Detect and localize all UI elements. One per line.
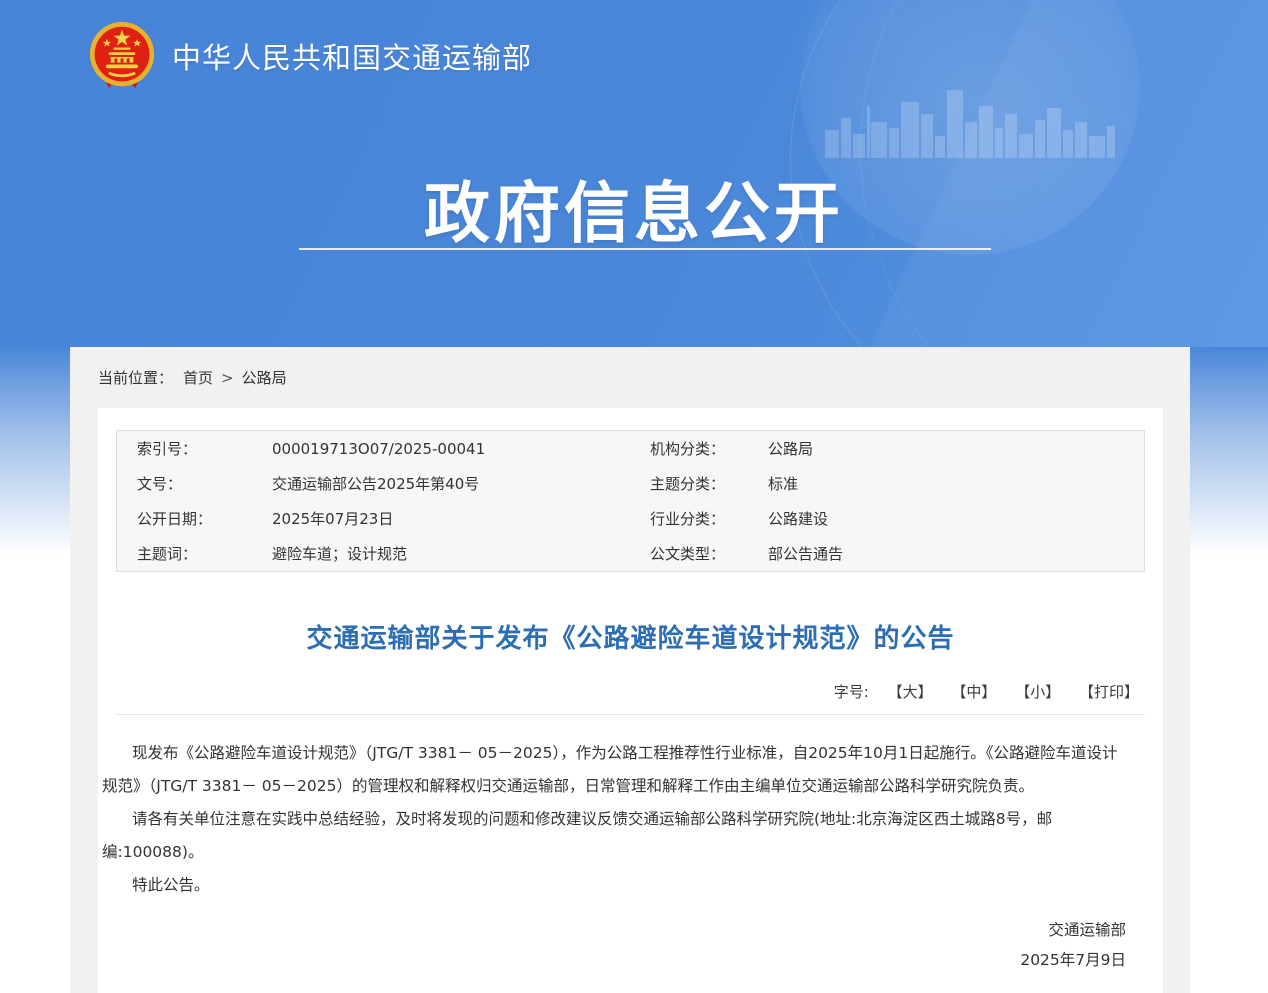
article-title: 交通运输部关于发布《公路避险车道设计规范》的公告	[100, 618, 1161, 655]
page-title-underline	[299, 248, 991, 250]
national-emblem-icon	[88, 20, 156, 92]
meta-row: 索引号： 000019713O07/2025-00041 机构分类： 公路局	[117, 431, 1144, 466]
main-container: 当前位置： 首页 > 公路局 索引号： 000019713O07/2025-00…	[70, 347, 1190, 993]
page: 中华人民共和国交通运输部 政府信息公开 当前位置： 首页 > 公路局 索引号： …	[0, 0, 1268, 993]
breadcrumb-link-home[interactable]: 首页	[183, 367, 213, 388]
closing-line: 特此公告。	[102, 869, 1121, 902]
content-divider	[116, 714, 1145, 715]
meta-row: 公开日期： 2025年07月23日 行业分类： 公路建设	[117, 501, 1144, 536]
font-size-medium-button[interactable]: 【中】	[951, 683, 996, 701]
brand-home-link[interactable]: 中华人民共和国交通运输部	[88, 20, 532, 92]
meta-value: 公路局	[768, 438, 1144, 459]
meta-label: 文号：	[117, 473, 272, 494]
breadcrumb-current[interactable]: 公路局	[242, 367, 287, 388]
hero-banner: 中华人民共和国交通运输部 政府信息公开	[0, 0, 1268, 347]
font-size-label: 字号:	[834, 683, 869, 701]
site-name: 中华人民共和国交通运输部	[172, 35, 532, 77]
print-button[interactable]: 【打印】	[1079, 683, 1139, 701]
font-size-large-button[interactable]: 【大】	[888, 683, 933, 701]
meta-value: 标准	[768, 473, 1144, 494]
metadata-table: 索引号： 000019713O07/2025-00041 机构分类： 公路局 文…	[116, 430, 1145, 572]
meta-label: 机构分类：	[630, 438, 768, 459]
meta-label: 索引号：	[117, 438, 272, 459]
meta-value: 2025年07月23日	[272, 508, 630, 529]
breadcrumb: 当前位置： 首页 > 公路局	[70, 347, 1190, 408]
meta-label: 主题词：	[117, 543, 272, 564]
paragraph: 现发布《公路避险车道设计规范》（JTG/T 3381－ 05－2025），作为公…	[102, 737, 1121, 803]
decor-circle	[800, 0, 1140, 255]
font-size-small-button[interactable]: 【小】	[1015, 683, 1060, 701]
decor-ring	[860, 0, 1268, 347]
paragraph: 请各有关单位注意在实践中总结经验，及时将发现的问题和修改建议反馈交通运输部公路科…	[102, 803, 1121, 869]
publish-date: 2025年7月9日	[100, 948, 1126, 970]
meta-value: 避险车道；设计规范	[272, 543, 630, 564]
meta-value: 交通运输部公告2025年第40号	[272, 473, 630, 494]
meta-row: 文号： 交通运输部公告2025年第40号 主题分类： 标准	[117, 466, 1144, 501]
signature: 交通运输部	[100, 918, 1126, 940]
meta-value: 000019713O07/2025-00041	[272, 440, 630, 458]
meta-value: 公路建设	[768, 508, 1144, 529]
breadcrumb-label: 当前位置：	[98, 367, 173, 388]
decor-ring	[790, 0, 1268, 347]
breadcrumb-separator: >	[221, 369, 234, 387]
content-panel: 索引号： 000019713O07/2025-00041 机构分类： 公路局 文…	[98, 408, 1163, 993]
meta-label: 公文类型：	[630, 543, 768, 564]
meta-label: 主题分类：	[630, 473, 768, 494]
meta-label: 行业分类：	[630, 508, 768, 529]
page-title: 政府信息公开	[0, 160, 1268, 256]
meta-row: 主题词： 避险车道；设计规范 公文类型： 部公告通告	[117, 536, 1144, 571]
font-size-controls: 字号: 【大】 【中】 【小】 【打印】	[100, 681, 1161, 702]
article-body: 现发布《公路避险车道设计规范》（JTG/T 3381－ 05－2025），作为公…	[100, 737, 1161, 902]
meta-value: 部公告通告	[768, 543, 1144, 564]
city-skyline-decoration	[825, 78, 1115, 158]
meta-label: 公开日期：	[117, 508, 272, 529]
signature-block: 交通运输部 2025年7月9日	[100, 918, 1126, 970]
